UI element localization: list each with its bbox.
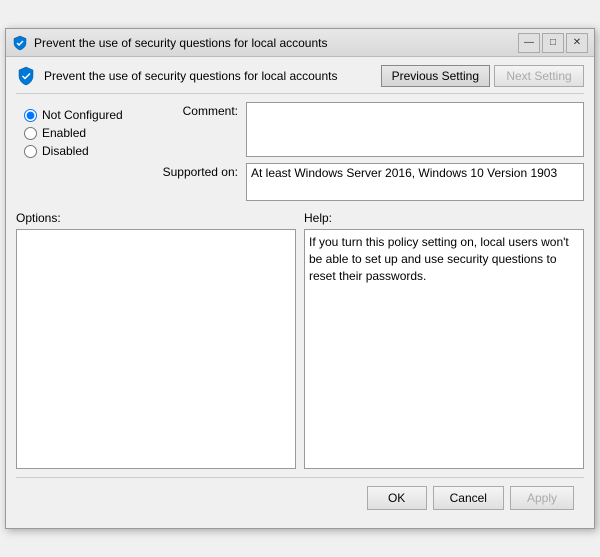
content-area: Prevent the use of security questions fo… xyxy=(6,57,594,528)
radio-disabled[interactable]: Disabled xyxy=(24,144,138,158)
header-title: Prevent the use of security questions fo… xyxy=(44,69,338,83)
radio-not-configured[interactable]: Not Configured xyxy=(24,108,138,122)
apply-button[interactable]: Apply xyxy=(510,486,574,510)
title-bar: Prevent the use of security questions fo… xyxy=(6,29,594,57)
minimize-button[interactable]: — xyxy=(518,33,540,53)
maximize-button[interactable]: □ xyxy=(542,33,564,53)
main-window: Prevent the use of security questions fo… xyxy=(5,28,595,529)
radio-disabled-input[interactable] xyxy=(24,145,37,158)
two-column-section: Options: Help: If you turn this policy s… xyxy=(16,211,584,469)
title-buttons: — □ ✕ xyxy=(518,33,588,53)
header-buttons: Previous Setting Next Setting xyxy=(381,65,584,87)
header-left: Prevent the use of security questions fo… xyxy=(16,66,338,86)
help-box: If you turn this policy setting on, loca… xyxy=(304,229,584,469)
title-bar-icon xyxy=(12,35,28,51)
cancel-button[interactable]: Cancel xyxy=(433,486,504,510)
header-icon xyxy=(16,66,36,86)
radio-disabled-label: Disabled xyxy=(42,144,89,158)
supported-label: Supported on: xyxy=(146,163,246,179)
help-label: Help: xyxy=(304,211,584,225)
radio-group: Not Configured Enabled Disabled xyxy=(16,102,146,207)
previous-setting-button[interactable]: Previous Setting xyxy=(381,65,490,87)
ok-button[interactable]: OK xyxy=(367,486,427,510)
radio-enabled-label: Enabled xyxy=(42,126,86,140)
comment-label: Comment: xyxy=(146,102,246,118)
supported-value: At least Windows Server 2016, Windows 10… xyxy=(246,163,584,201)
comment-row: Comment: xyxy=(146,102,584,157)
options-label: Options: xyxy=(16,211,296,225)
radio-not-configured-label: Not Configured xyxy=(42,108,123,122)
header-row: Prevent the use of security questions fo… xyxy=(16,65,584,94)
comment-textarea[interactable] xyxy=(246,102,584,157)
close-button[interactable]: ✕ xyxy=(566,33,588,53)
help-text: If you turn this policy setting on, loca… xyxy=(309,235,569,283)
supported-row: Supported on: At least Windows Server 20… xyxy=(146,163,584,201)
next-setting-button[interactable]: Next Setting xyxy=(494,65,584,87)
help-section: Help: If you turn this policy setting on… xyxy=(304,211,584,469)
footer: OK Cancel Apply xyxy=(16,477,584,520)
main-body: Not Configured Enabled Disabled Comment: xyxy=(16,102,584,207)
radio-enabled[interactable]: Enabled xyxy=(24,126,138,140)
radio-enabled-input[interactable] xyxy=(24,127,37,140)
title-bar-left: Prevent the use of security questions fo… xyxy=(12,35,328,51)
window-title: Prevent the use of security questions fo… xyxy=(34,36,328,50)
options-section: Options: xyxy=(16,211,296,469)
radio-not-configured-input[interactable] xyxy=(24,109,37,122)
options-box xyxy=(16,229,296,469)
right-panel: Comment: Supported on: At least Windows … xyxy=(146,102,584,207)
